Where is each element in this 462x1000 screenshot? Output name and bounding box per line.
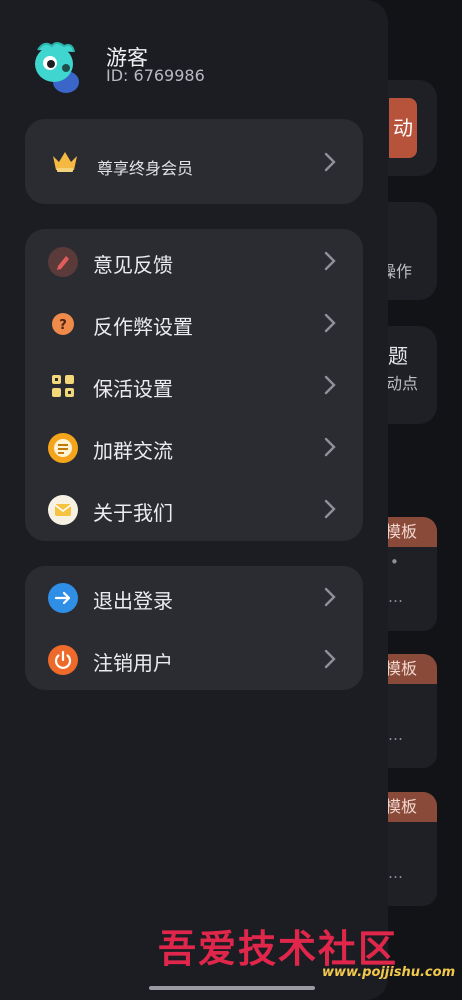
menu-item-label: 加群交流 <box>93 439 173 463</box>
chevron-right-icon <box>323 374 337 396</box>
menu-item-label: 退出登录 <box>93 589 173 613</box>
menu-item-anti-cheat[interactable]: ? 反作弊设置 <box>25 293 363 355</box>
vip-label: 尊享终身会员 <box>97 159 194 178</box>
template-dot-1: • <box>390 553 399 571</box>
menu-item-label: 意见反馈 <box>93 253 173 277</box>
chevron-right-icon <box>323 586 337 608</box>
avatar[interactable] <box>30 38 88 96</box>
menu-item-label: 反作弊设置 <box>93 315 193 339</box>
chevron-right-icon <box>323 648 337 670</box>
power-icon <box>48 645 78 675</box>
menu-item-about-us[interactable]: 关于我们 <box>25 479 363 541</box>
menu-item-label: 保活设置 <box>93 377 173 401</box>
vip-card[interactable]: 尊享终身会员 <box>25 119 363 204</box>
bg-topic-sub: 动点 <box>386 374 419 393</box>
bg-action-button[interactable]: 动 <box>389 98 417 158</box>
mail-icon <box>48 495 78 525</box>
chevron-right-icon <box>323 312 337 334</box>
menu-item-feedback[interactable]: 意见反馈 <box>25 231 363 293</box>
logout-icon <box>48 583 78 613</box>
group-chat-icon <box>48 433 78 463</box>
menu-item-label: 注销用户 <box>93 651 173 675</box>
template-ellipsis-3: … <box>388 864 403 882</box>
watermark-url: www.pojjishu.com <box>322 965 456 980</box>
user-id: ID: 6769986 <box>106 66 205 85</box>
menu-item-delete-account[interactable]: 注销用户 <box>25 629 363 691</box>
svg-text:?: ? <box>59 318 67 333</box>
chevron-right-icon <box>323 498 337 520</box>
chevron-right-icon <box>323 436 337 458</box>
home-indicator[interactable] <box>149 986 315 990</box>
anti-cheat-icon: ? <box>52 313 74 335</box>
bg-topic-title: 题 <box>388 344 408 368</box>
crown-icon <box>51 148 79 174</box>
chevron-right-icon <box>323 151 337 173</box>
side-drawer: 游客 ID: 6769986 尊享终身会员 意见反馈 ? 反作弊设置 保活设置 … <box>0 0 388 1000</box>
menu-card: 意见反馈 ? 反作弊设置 保活设置 加群交流 关于我们 <box>25 229 363 541</box>
menu-item-logout[interactable]: 退出登录 <box>25 567 363 629</box>
chevron-right-icon <box>323 250 337 272</box>
keep-alive-icon <box>48 371 78 401</box>
feedback-icon <box>48 247 78 277</box>
template-ellipsis-1: … <box>388 588 403 606</box>
menu-item-keep-alive[interactable]: 保活设置 <box>25 355 363 417</box>
menu-item-label: 关于我们 <box>93 501 173 525</box>
account-card: 退出登录 注销用户 <box>25 566 363 690</box>
menu-item-join-group[interactable]: 加群交流 <box>25 417 363 479</box>
template-ellipsis-2: … <box>388 726 403 744</box>
